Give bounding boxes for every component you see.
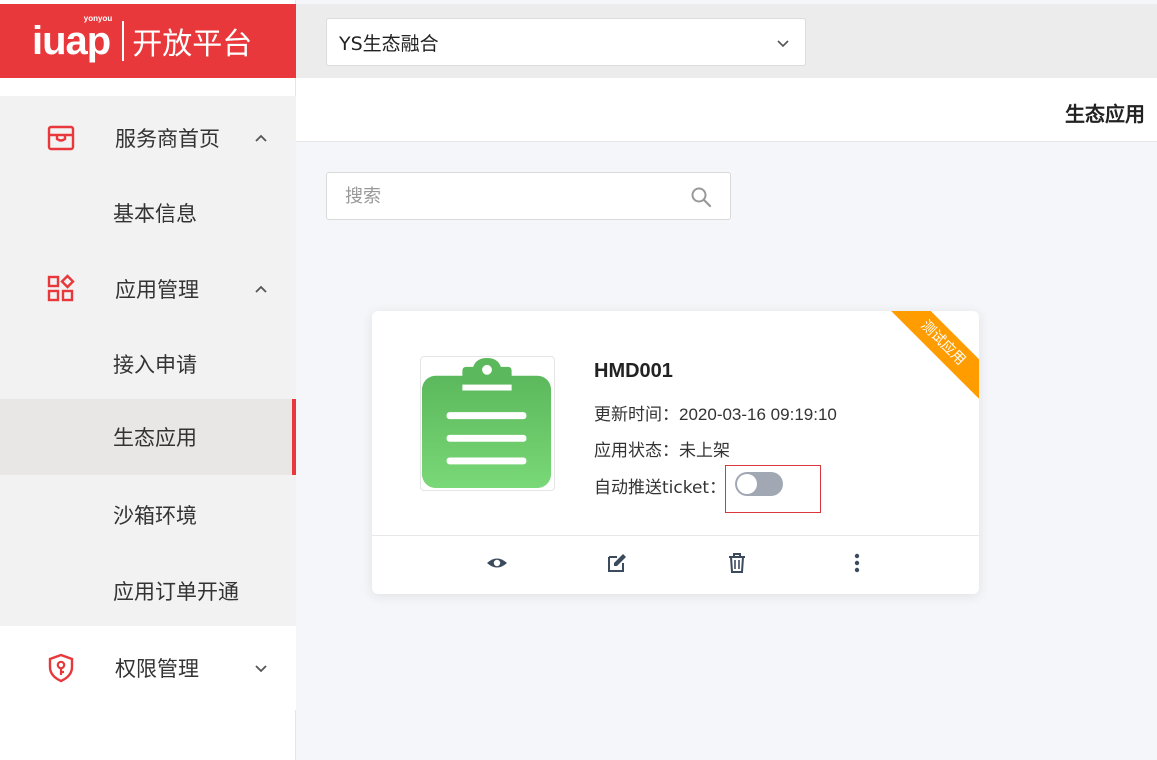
menu-group-label: 服务商首页 xyxy=(115,127,220,151)
chevron-up-icon xyxy=(255,134,267,142)
menu-group-provider-home[interactable]: 服务商首页 xyxy=(0,96,296,180)
logo-sup: yonyou xyxy=(83,14,113,23)
org-select[interactable]: YS生态融合 xyxy=(326,18,806,66)
ribbon: 测试应用 xyxy=(889,311,979,401)
sidebar-item-eco-apps[interactable]: 生态应用 xyxy=(0,399,296,475)
clipboard-icon xyxy=(421,357,552,489)
search-box[interactable] xyxy=(326,172,731,220)
sidebar-item-app-order[interactable]: 应用订单开通 xyxy=(0,553,296,629)
sidebar-item-access-request[interactable]: 接入申请 xyxy=(0,326,296,402)
product-name: 开放平台 xyxy=(132,27,253,62)
org-select-value: YS生态融合 xyxy=(339,32,439,55)
updated-time: 更新时间：2020-03-16 09:19:10 xyxy=(594,400,837,425)
top-bar: YS生态融合 xyxy=(296,4,1157,78)
menu-group-app-management[interactable]: 应用管理 xyxy=(0,247,296,331)
store-icon xyxy=(47,125,75,151)
app-icon xyxy=(420,356,555,491)
page-title: 生态应用 xyxy=(1065,102,1145,126)
edit-icon[interactable] xyxy=(605,551,629,575)
search-input[interactable] xyxy=(327,173,677,219)
sidebar: iuap yonyou 开放平台 服务商首页 基本信息 应用管理 接入申请 生态… xyxy=(0,0,296,760)
menu-group-label: 权限管理 xyxy=(115,657,199,681)
logo-mark: iuap yonyou xyxy=(32,14,113,63)
toggle-knob xyxy=(737,474,757,494)
logo[interactable]: iuap yonyou 开放平台 xyxy=(0,4,296,78)
page-header: 生态应用 xyxy=(296,78,1157,142)
sidebar-item-label: 生态应用 xyxy=(113,426,197,450)
card-divider xyxy=(372,535,979,536)
app-card[interactable]: 测试应用 HMD001 更新时间：2020-03-16 09:19:10 应用状… xyxy=(372,311,979,594)
menu-group-permissions[interactable]: 权限管理 xyxy=(0,626,296,710)
sidebar-item-label: 沙箱环境 xyxy=(113,504,197,528)
app-status: 应用状态：未上架 xyxy=(594,436,730,461)
app-name: HMD001 xyxy=(594,360,673,382)
updated-value: 2020-03-16 09:19:10 xyxy=(679,405,837,424)
shield-key-icon xyxy=(48,653,74,683)
chevron-down-icon xyxy=(777,40,789,48)
sidebar-item-sandbox[interactable]: 沙箱环境 xyxy=(0,477,296,553)
sidebar-item-label: 应用订单开通 xyxy=(113,580,239,604)
status-value: 未上架 xyxy=(679,441,730,461)
logo-divider xyxy=(122,21,125,61)
auto-push-toggle[interactable] xyxy=(735,472,783,496)
auto-push-label: 自动推送ticket： xyxy=(594,478,727,498)
menu-group-label: 应用管理 xyxy=(115,278,199,302)
sidebar-menu: 服务商首页 基本信息 应用管理 接入申请 生态应用 沙箱环境 应用订单开通 xyxy=(0,96,296,626)
test-app-ribbon: 测试应用 xyxy=(889,311,979,401)
updated-label: 更新时间： xyxy=(594,405,679,425)
status-label: 应用状态： xyxy=(594,441,679,461)
chevron-up-icon xyxy=(255,285,267,293)
sidebar-item-label: 基本信息 xyxy=(113,202,197,226)
chevron-down-icon xyxy=(255,665,267,673)
view-icon[interactable] xyxy=(485,551,509,575)
sidebar-item-label: 接入申请 xyxy=(113,353,197,377)
apps-grid-icon xyxy=(47,274,75,302)
more-icon[interactable] xyxy=(845,551,869,575)
search-icon[interactable] xyxy=(690,186,712,208)
highlight-box xyxy=(725,465,821,513)
sidebar-item-basic-info[interactable]: 基本信息 xyxy=(0,175,296,251)
delete-icon[interactable] xyxy=(725,551,749,575)
